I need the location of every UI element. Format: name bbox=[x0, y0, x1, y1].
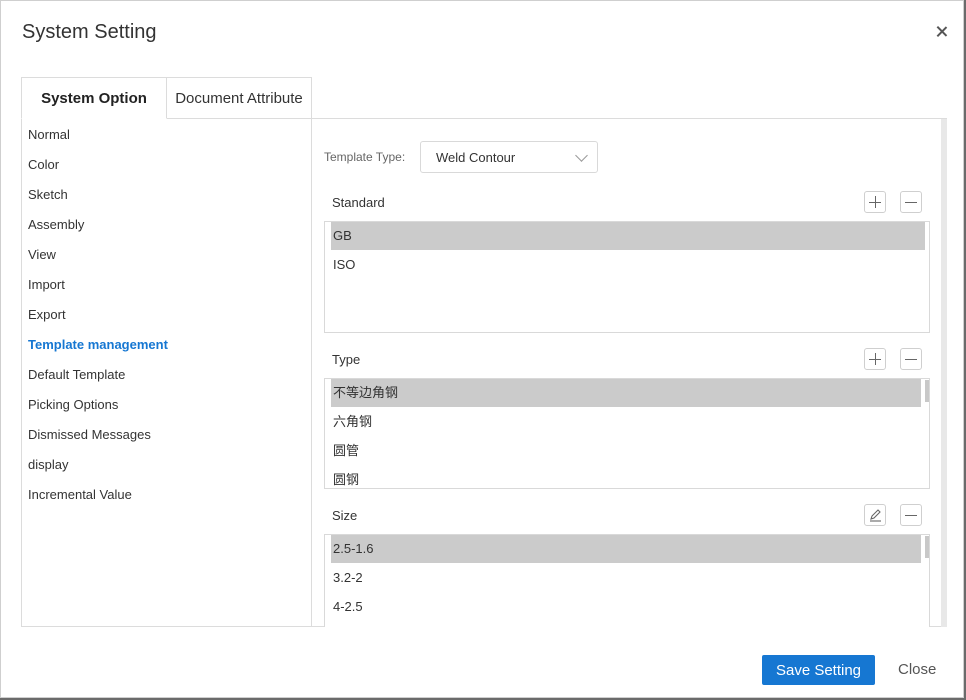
sidebar-item-sketch[interactable]: Sketch bbox=[28, 187, 68, 202]
type-remove-button[interactable] bbox=[900, 348, 922, 370]
sidebar-item-default-template[interactable]: Default Template bbox=[28, 367, 125, 382]
type-add-button[interactable] bbox=[864, 348, 886, 370]
sidebar-item-display[interactable]: display bbox=[28, 457, 68, 472]
sidebar-item-normal[interactable]: Normal bbox=[28, 127, 70, 142]
panel-divider bbox=[290, 118, 947, 119]
edit-icon bbox=[870, 509, 881, 522]
sidebar-item-dismissed-messages[interactable]: Dismissed Messages bbox=[28, 427, 151, 442]
list-item[interactable]: 3.2-2 bbox=[331, 564, 921, 592]
sidebar-item-export[interactable]: Export bbox=[28, 307, 66, 322]
size-list-scrollbar[interactable] bbox=[925, 536, 929, 558]
size-edit-button[interactable] bbox=[864, 504, 886, 526]
save-setting-button[interactable]: Save Setting bbox=[762, 655, 875, 685]
list-item[interactable]: 4-2.5 bbox=[331, 593, 921, 621]
standard-label: Standard bbox=[332, 195, 385, 210]
sidebar-item-template-management[interactable]: Template management bbox=[28, 337, 168, 352]
close-button[interactable]: Close bbox=[898, 661, 936, 678]
list-item[interactable]: 不等边角钢 bbox=[331, 379, 921, 407]
sidebar: Normal Color Sketch Assembly View Import… bbox=[21, 119, 312, 627]
list-item[interactable]: 圆钢 bbox=[331, 466, 921, 488]
sidebar-item-view[interactable]: View bbox=[28, 247, 56, 262]
content-scrollbar[interactable] bbox=[941, 119, 947, 627]
sidebar-item-import[interactable]: Import bbox=[28, 277, 65, 292]
standard-list: GB ISO bbox=[324, 221, 930, 333]
tab-document-attribute[interactable]: Document Attribute bbox=[166, 77, 312, 119]
template-type-label: Template Type: bbox=[324, 150, 406, 164]
sidebar-item-picking-options[interactable]: Picking Options bbox=[28, 397, 118, 412]
sidebar-item-assembly[interactable]: Assembly bbox=[28, 217, 84, 232]
chevron-down-icon bbox=[575, 149, 588, 162]
list-item[interactable]: 六角钢 bbox=[331, 408, 921, 436]
list-item[interactable]: GB bbox=[331, 222, 925, 250]
type-list: 不等边角钢 六角钢 圆管 圆钢 bbox=[324, 378, 930, 489]
dialog-title: System Setting bbox=[22, 21, 157, 43]
list-item[interactable]: 圆管 bbox=[331, 437, 921, 465]
list-item[interactable]: 2.5-1.6 bbox=[331, 535, 921, 563]
standard-add-button[interactable] bbox=[864, 191, 886, 213]
tab-system-option[interactable]: System Option bbox=[21, 77, 167, 119]
list-item[interactable]: ISO bbox=[331, 251, 925, 279]
type-list-scrollbar[interactable] bbox=[925, 380, 929, 402]
sidebar-item-incremental-value[interactable]: Incremental Value bbox=[28, 487, 132, 502]
size-list: 2.5-1.6 3.2-2 4-2.5 bbox=[324, 534, 930, 627]
size-label: Size bbox=[332, 508, 358, 523]
size-remove-button[interactable] bbox=[900, 504, 922, 526]
sidebar-item-color[interactable]: Color bbox=[28, 157, 59, 172]
close-icon[interactable] bbox=[933, 23, 951, 41]
template-type-value: Weld Contour bbox=[436, 150, 516, 165]
standard-remove-button[interactable] bbox=[900, 191, 922, 213]
template-type-select[interactable]: Weld Contour bbox=[420, 141, 598, 173]
type-label: Type bbox=[332, 352, 361, 367]
